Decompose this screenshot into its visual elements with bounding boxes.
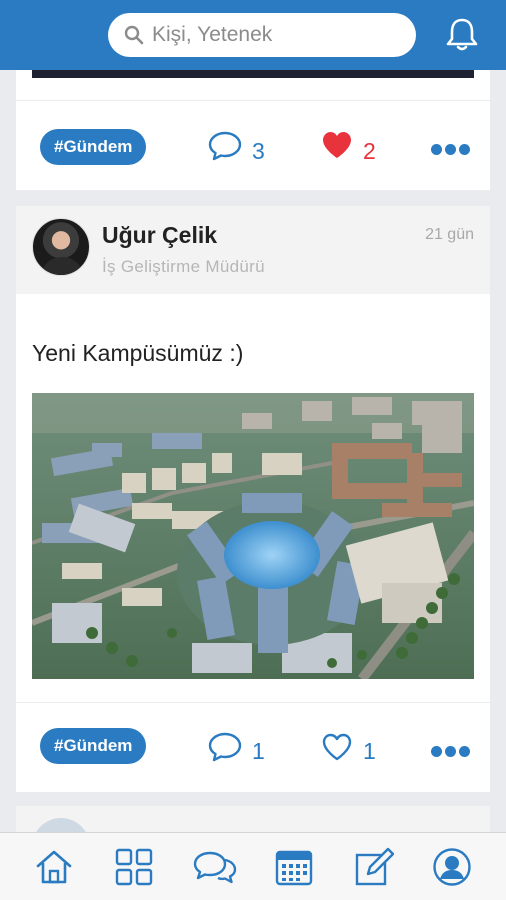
comment-icon[interactable] bbox=[208, 131, 242, 161]
search-box[interactable] bbox=[108, 13, 416, 57]
more-options-icon[interactable] bbox=[431, 144, 471, 156]
post-image[interactable] bbox=[32, 393, 474, 679]
comment-count: 1 bbox=[252, 738, 265, 764]
top-bar bbox=[0, 0, 506, 70]
home-icon[interactable] bbox=[34, 847, 74, 887]
heart-outline-icon[interactable] bbox=[321, 732, 353, 762]
comment-icon[interactable] bbox=[208, 732, 242, 762]
grid-icon[interactable] bbox=[114, 847, 154, 887]
author-name[interactable]: Uğur Çelik bbox=[102, 222, 217, 249]
chat-icon[interactable] bbox=[192, 847, 238, 887]
tag-button[interactable]: #Gündem bbox=[40, 728, 147, 764]
avatar[interactable] bbox=[32, 218, 90, 276]
post-header: Uğur Çelik İş Geliştirme Müdürü 21 gün bbox=[16, 206, 490, 294]
heart-filled-icon[interactable] bbox=[321, 130, 353, 160]
divider bbox=[16, 100, 490, 101]
bottom-tab-bar bbox=[0, 832, 506, 900]
profile-icon[interactable] bbox=[432, 847, 472, 887]
post-time: 21 gün bbox=[425, 226, 474, 243]
like-count: 2 bbox=[363, 138, 376, 164]
calendar-icon[interactable] bbox=[274, 847, 314, 887]
search-icon bbox=[124, 25, 144, 45]
divider bbox=[16, 702, 490, 703]
author-role: İş Geliştirme Müdürü bbox=[102, 257, 265, 276]
search-input[interactable] bbox=[152, 13, 402, 57]
more-options-icon[interactable] bbox=[431, 746, 471, 758]
notifications-bell-icon[interactable] bbox=[444, 17, 480, 53]
tag-button[interactable]: #Gündem bbox=[40, 129, 147, 165]
post-image[interactable] bbox=[32, 70, 474, 78]
like-count: 1 bbox=[363, 738, 376, 764]
comment-count: 3 bbox=[252, 138, 265, 164]
post-text: Yeni Kampüsümüz :) bbox=[32, 340, 244, 366]
compose-icon[interactable] bbox=[354, 847, 394, 887]
post-card: Uğur Çelik İş Geliştirme Müdürü 21 gün Y… bbox=[16, 206, 490, 792]
